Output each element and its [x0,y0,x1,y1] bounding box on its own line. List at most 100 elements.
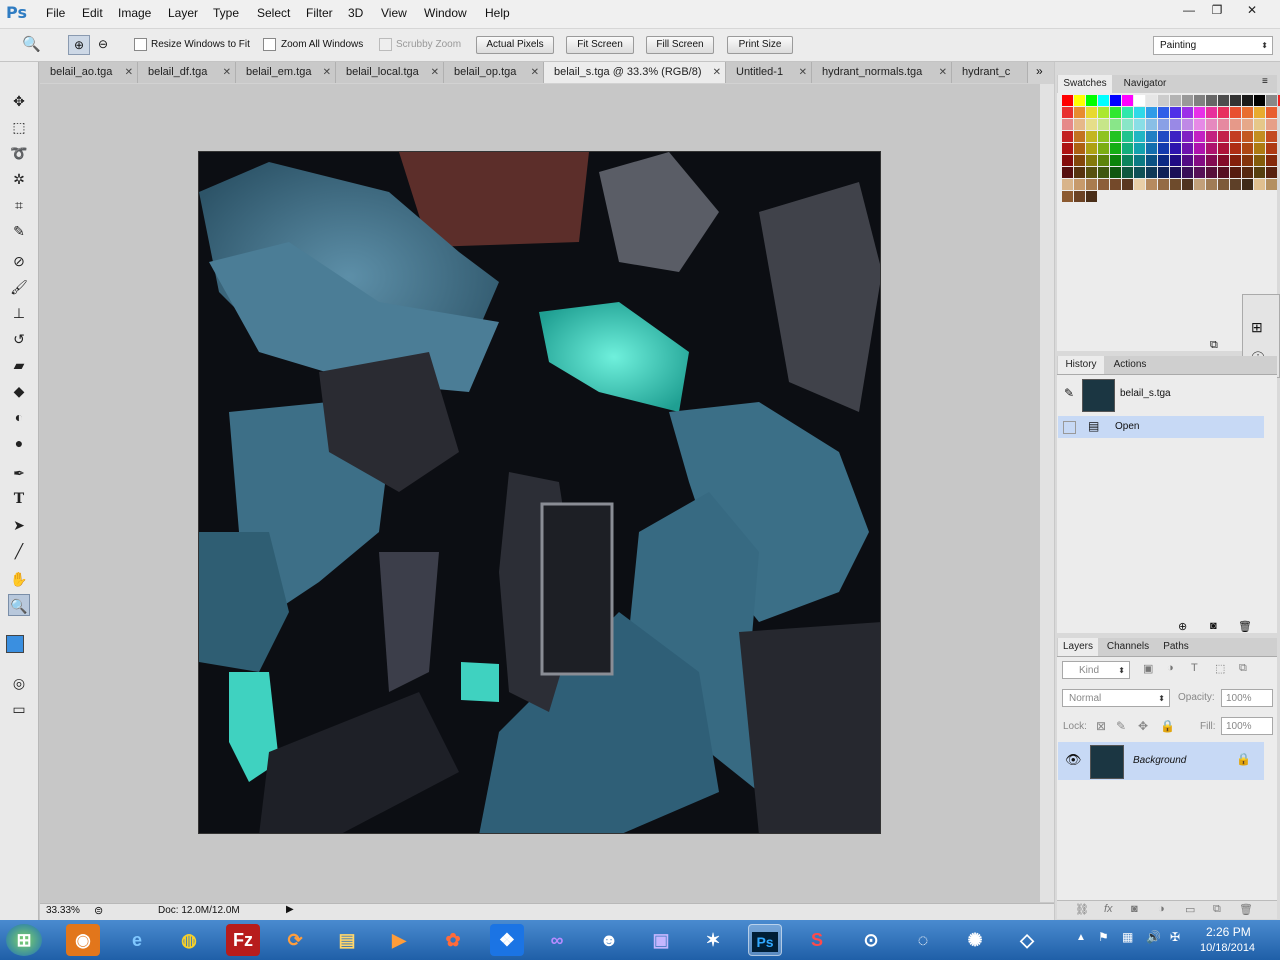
close-icon[interactable]: ✕ [939,62,947,83]
texture-canvas[interactable] [198,151,881,834]
close-icon[interactable]: ✕ [125,62,133,83]
menu-layer[interactable]: Layer [168,6,198,20]
antivirus-icon[interactable]: ✠ [1170,930,1180,944]
color-swatch[interactable] [1146,143,1157,154]
workspace-dropdown[interactable]: Painting ⬍ [1153,36,1273,55]
color-swatch[interactable] [1206,143,1217,154]
menu-select[interactable]: Select [257,6,290,20]
new-layer-icon[interactable]: ⧉ [1213,903,1221,916]
trash-icon[interactable]: 🗑 [1238,620,1252,633]
clone-stamp-tool-icon[interactable]: ⊥ [8,302,30,324]
color-swatch[interactable] [1062,143,1073,154]
close-icon[interactable]: ✕ [713,62,721,83]
color-swatch[interactable] [1098,179,1109,190]
color-swatch[interactable] [1194,155,1205,166]
color-swatch[interactable] [1206,107,1217,118]
menu-view[interactable]: View [381,6,407,20]
color-swatch[interactable] [1122,167,1133,178]
color-swatch[interactable] [1158,131,1169,142]
steam-icon[interactable]: ◌ [906,924,940,956]
color-swatch[interactable] [1146,155,1157,166]
color-swatch[interactable] [1098,95,1109,106]
dodge-tool-icon[interactable]: ● [8,432,30,454]
color-swatch[interactable] [1110,155,1121,166]
layer-row-background[interactable]: 👁 Background 🔒 [1058,742,1264,780]
history-snapshot-row[interactable]: ✎ belail_s.tga [1058,378,1264,412]
type-tool-icon[interactable]: T [8,488,30,510]
tab-belail-em[interactable]: belail_em.tga ✕ [236,62,336,83]
add-mask-icon[interactable]: ◙ [1131,903,1138,915]
history-brush-source-icon[interactable]: ✎ [1064,386,1074,400]
tab-untitled-1[interactable]: Untitled-1 ✕ [726,62,812,83]
color-swatch[interactable] [1182,143,1193,154]
network-icon[interactable]: ▦ [1122,930,1133,944]
blur-tool-icon[interactable]: ◐ [8,406,30,428]
color-swatch[interactable] [1086,155,1097,166]
menu-help[interactable]: Help [485,6,510,20]
color-swatch[interactable] [1254,143,1265,154]
opacity-field[interactable]: 100% [1221,689,1273,707]
color-swatch[interactable] [1062,155,1073,166]
close-icon[interactable]: ✕ [223,62,231,83]
lasso-tool-icon[interactable]: ➰ [8,142,30,164]
status-info-icon[interactable]: ⊜ [94,904,103,917]
color-swatch[interactable] [1158,143,1169,154]
color-swatch[interactable] [1194,179,1205,190]
color-swatch[interactable] [1134,143,1145,154]
color-swatch[interactable] [1254,95,1265,106]
tab-actions[interactable]: Actions [1106,356,1154,374]
chrome-icon[interactable]: ◍ [172,924,206,956]
new-document-from-state-icon[interactable]: ⊕ [1178,620,1187,633]
color-swatch[interactable] [1062,179,1073,190]
close-icon[interactable]: ✕ [431,62,439,83]
paint-app-icon[interactable]: ✿ [436,924,470,956]
game-engine-icon[interactable]: ⊙ [854,924,888,956]
zoom-all-checkbox[interactable] [263,38,276,51]
substance-painter-icon[interactable]: S [800,924,834,956]
marmoset-icon[interactable]: ✺ [958,924,992,956]
vertical-scrollbar[interactable] [1040,84,1054,902]
history-brush-tool-icon[interactable]: ↺ [8,328,30,350]
color-swatch[interactable] [1062,131,1073,142]
paint-bucket-tool-icon[interactable]: ◆ [8,380,30,402]
color-swatch[interactable] [1218,107,1229,118]
color-swatch[interactable] [1062,95,1073,106]
color-swatch[interactable] [1218,143,1229,154]
color-swatch[interactable] [1242,95,1253,106]
line-tool-icon[interactable]: ╱ [8,540,30,562]
color-swatch[interactable] [1242,179,1253,190]
menu-3d[interactable]: 3D [348,6,363,20]
menu-image[interactable]: Image [118,6,151,20]
new-swatch-icon[interactable]: ⧉ [1210,339,1218,352]
color-swatch[interactable] [1230,179,1241,190]
mudbox-icon[interactable]: ☻ [592,924,626,956]
color-swatch[interactable] [1062,191,1073,202]
color-swatch[interactable] [1074,95,1085,106]
color-swatch[interactable] [1266,155,1277,166]
color-swatch[interactable] [1194,143,1205,154]
brush-tool-icon[interactable]: 🖌 [8,276,30,298]
color-swatch[interactable] [1074,191,1085,202]
fill-field[interactable]: 100% [1221,717,1273,735]
color-swatch[interactable] [1098,131,1109,142]
color-swatch[interactable] [1230,107,1241,118]
color-swatch[interactable] [1170,143,1181,154]
close-icon[interactable]: ✕ [799,62,807,83]
color-swatch[interactable] [1218,155,1229,166]
history-source-box[interactable] [1063,421,1076,434]
filter-image-icon[interactable]: ▣ [1143,662,1153,675]
color-swatch[interactable] [1242,167,1253,178]
media-player-icon[interactable]: ▶ [382,924,416,956]
color-swatch[interactable] [1206,167,1217,178]
zbrush-icon[interactable]: ✶ [696,924,730,956]
color-swatch[interactable] [1134,155,1145,166]
color-swatch[interactable] [1182,155,1193,166]
restore-button[interactable]: ❐ [1203,2,1231,20]
show-hidden-icons[interactable]: ▲ [1076,932,1086,943]
menu-edit[interactable]: Edit [82,6,103,20]
color-swatch[interactable] [1230,95,1241,106]
color-swatch[interactable] [1122,119,1133,130]
filter-shape-icon[interactable]: ⬚ [1215,662,1225,675]
color-swatch[interactable] [1122,155,1133,166]
healing-brush-tool-icon[interactable]: ⊘ [8,250,30,272]
